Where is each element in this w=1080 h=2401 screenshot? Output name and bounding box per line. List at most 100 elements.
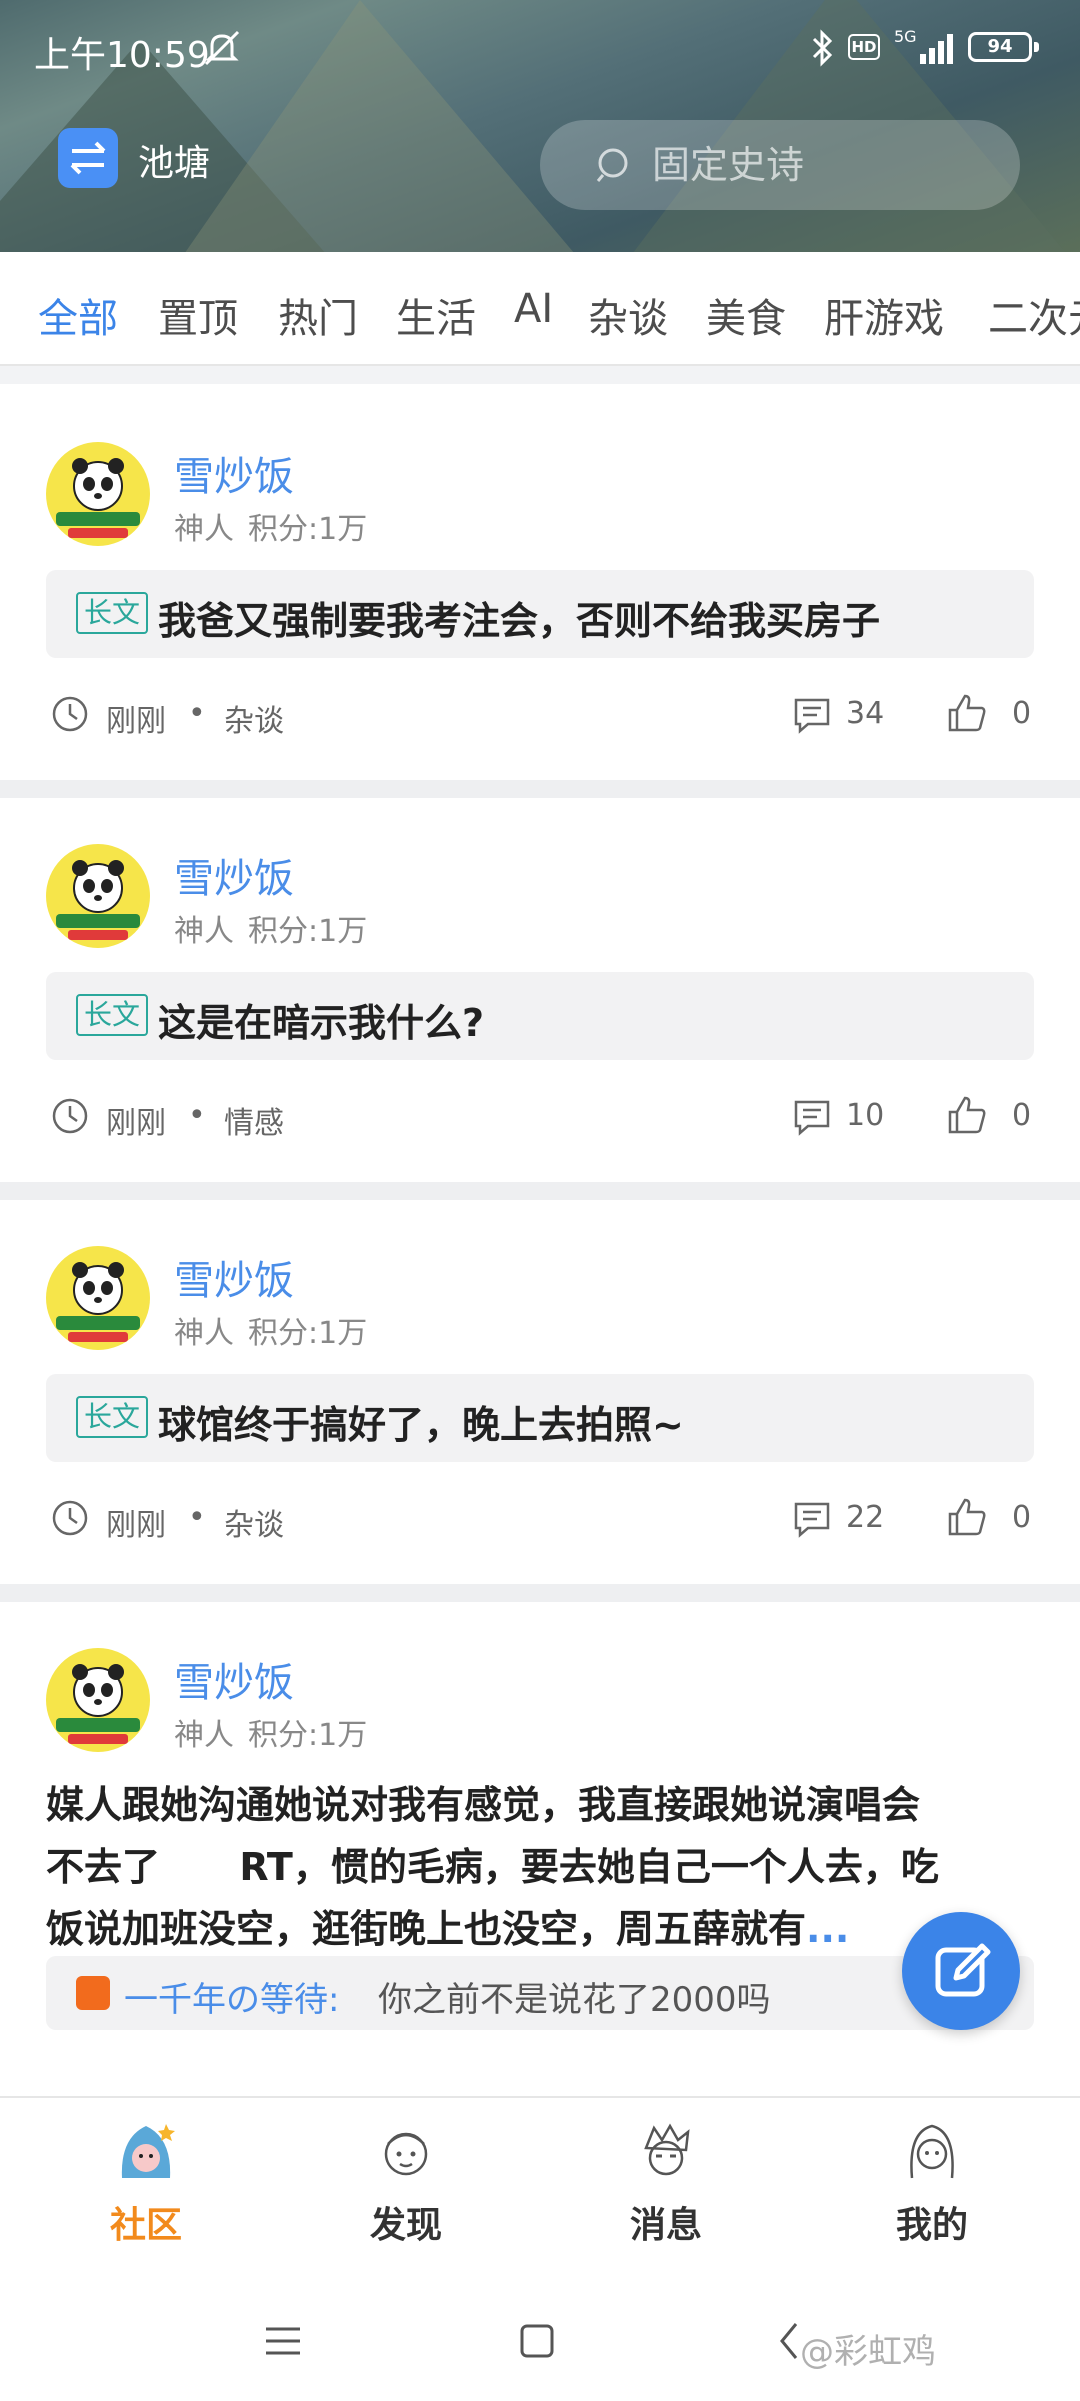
- reply-username[interactable]: 一千年の等待:: [124, 1972, 339, 2021]
- thumbs-up-icon[interactable]: [946, 1496, 988, 1538]
- tab-life[interactable]: 生活: [396, 286, 476, 344]
- comment-icon[interactable]: [792, 696, 832, 734]
- author-score: 积分:1万: [248, 1316, 368, 1351]
- switch-board-button[interactable]: [58, 128, 118, 188]
- tab-ai[interactable]: AI: [514, 286, 553, 332]
- thumbs-up-icon[interactable]: [946, 1094, 988, 1136]
- tab-food[interactable]: 美食: [706, 286, 786, 344]
- fire-icon: [76, 1976, 110, 2010]
- avatar[interactable]: [46, 1648, 150, 1752]
- author-rank: 神人: [174, 1718, 234, 1753]
- avatar[interactable]: [46, 442, 150, 546]
- nav-community[interactable]: 社区: [56, 2118, 236, 2268]
- bluetooth-icon: [812, 29, 833, 67]
- search-bar[interactable]: [540, 120, 1020, 210]
- post-title-box[interactable]: 长文 我爸又强制要我考注会，否则不给我买房子: [46, 570, 1034, 658]
- tab-hot[interactable]: 热门: [278, 286, 358, 344]
- search-input[interactable]: [652, 120, 992, 210]
- like-count: 0: [1012, 1500, 1032, 1535]
- board-name[interactable]: 池塘: [138, 134, 210, 186]
- avatar[interactable]: [46, 1246, 150, 1350]
- post-category[interactable]: 杂谈: [224, 1500, 284, 1544]
- discover-mascot-icon: [384, 2132, 428, 2176]
- post-category[interactable]: 情感: [224, 1098, 284, 1142]
- nav-label: 我的: [895, 2205, 968, 2246]
- thumbs-up-icon[interactable]: [946, 692, 988, 734]
- post-title[interactable]: 这是在暗示我什么?: [158, 992, 484, 1047]
- messages-mascot-icon: [644, 2123, 690, 2176]
- header-banner: 上午10:59 HD 5G 94 池塘: [0, 0, 1080, 252]
- nav-messages[interactable]: 消息: [576, 2118, 756, 2268]
- menu-icon[interactable]: [260, 2318, 306, 2364]
- status-time: 上午10:59: [34, 35, 210, 76]
- tab-acg[interactable]: 二次元: [988, 286, 1080, 344]
- signal-icon: 5G: [894, 27, 953, 64]
- post-title-box[interactable]: 长文 球馆终于搞好了，晚上去拍照~: [46, 1374, 1034, 1462]
- author-meta: 神人 积分:1万: [174, 1710, 367, 1754]
- comment-count: 10: [846, 1098, 885, 1133]
- post-body-text: 饭说加班没空，逛街晚上也没空，周五薛就有: [46, 1907, 807, 1951]
- separator-dot: •: [188, 1500, 206, 1535]
- profile-mascot-icon: [910, 2124, 954, 2179]
- tab-chat[interactable]: 杂谈: [588, 286, 668, 344]
- post-card[interactable]: 雪炒饭 神人 积分:1万 长文 球馆终于搞好了，晚上去拍照~ 刚刚 • 杂谈 22…: [0, 1200, 1080, 1584]
- post-category[interactable]: 杂谈: [224, 696, 284, 740]
- author-name[interactable]: 雪炒饭: [174, 1248, 294, 1306]
- long-post-tag: 长文: [76, 1396, 149, 1438]
- clock-icon: [52, 1500, 88, 1536]
- author-name[interactable]: 雪炒饭: [174, 1650, 294, 1708]
- swap-arrows-icon: [70, 141, 106, 175]
- hd-badge: HD: [848, 34, 880, 60]
- tab-all[interactable]: 全部: [38, 286, 118, 344]
- post-body[interactable]: 媒人跟她沟通她说对我有感觉，我直接跟她说演唱会 不去了 RT，惯的毛病，要去她自…: [46, 1774, 1026, 1960]
- author-name[interactable]: 雪炒饭: [174, 846, 294, 904]
- search-icon: [596, 148, 628, 182]
- reply-text: 你之前不是说花了2000吗: [378, 1980, 771, 2020]
- post-card[interactable]: 雪炒饭 神人 积分:1万 长文 这是在暗示我什么? 刚刚 • 情感 10 0: [0, 798, 1080, 1182]
- post-title[interactable]: 球馆终于搞好了，晚上去拍照~: [158, 1394, 684, 1449]
- nav-discover[interactable]: 发现: [316, 2118, 496, 2268]
- post-footer: 刚刚 • 杂谈 34 0: [46, 688, 1034, 740]
- like-count: 0: [1012, 1098, 1032, 1133]
- comment-icon[interactable]: [792, 1500, 832, 1538]
- author-rank: 神人: [174, 512, 234, 547]
- author-score: 积分:1万: [248, 512, 368, 547]
- separator-dot: •: [188, 1098, 206, 1133]
- post-separator: [0, 1182, 1080, 1200]
- author-score: 积分:1万: [248, 914, 368, 949]
- long-post-tag: 长文: [76, 592, 149, 634]
- author-rank: 神人: [174, 914, 234, 949]
- compose-post-button[interactable]: [902, 1912, 1020, 2030]
- post-separator: [0, 780, 1080, 798]
- panda-avatar-icon: [56, 1262, 140, 1342]
- panda-avatar-icon: [56, 458, 140, 538]
- edit-pencil-icon: [935, 1943, 991, 1997]
- post-title[interactable]: 我爸又强制要我考注会，否则不给我买房子: [158, 590, 880, 645]
- like-count: 0: [1012, 696, 1032, 731]
- post-body-line: 不去了 RT，惯的毛病，要去她自己一个人去，吃: [46, 1845, 939, 1889]
- avatar[interactable]: [46, 844, 150, 948]
- nav-label: 社区: [109, 2205, 182, 2246]
- top-reply[interactable]: 一千年の等待: 你之前不是说花了2000吗: [46, 1956, 1034, 2030]
- author-rank: 神人: [174, 1316, 234, 1351]
- clock-icon: [52, 696, 88, 732]
- nav-label: 发现: [369, 2205, 442, 2246]
- post-title-box[interactable]: 长文 这是在暗示我什么?: [46, 972, 1034, 1060]
- tabs-divider: [0, 364, 1080, 384]
- author-meta: 神人 积分:1万: [174, 906, 367, 950]
- post-separator: [0, 1584, 1080, 1602]
- post-card[interactable]: 雪炒饭 神人 积分:1万 长文 我爸又强制要我考注会，否则不给我买房子 刚刚 • …: [0, 396, 1080, 780]
- watermark: @彩虹鸡: [800, 2332, 936, 2372]
- post-body-line: 饭说加班没空，逛街晚上也没空，周五薛就有...: [46, 1898, 1026, 1960]
- read-more-ellipsis[interactable]: ...: [806, 1907, 849, 1951]
- tab-pinned[interactable]: 置顶: [158, 286, 238, 344]
- post-time: 刚刚: [106, 1508, 166, 1543]
- nav-profile[interactable]: 我的: [842, 2118, 1022, 2268]
- panda-avatar-icon: [56, 860, 140, 940]
- svg-text:5G: 5G: [894, 27, 917, 46]
- home-icon[interactable]: [514, 2318, 560, 2364]
- comment-icon[interactable]: [792, 1098, 832, 1136]
- author-name[interactable]: 雪炒饭: [174, 444, 294, 502]
- tab-gaming[interactable]: 肝游戏: [824, 286, 944, 344]
- status-bar: 上午10:59 HD 5G 94: [0, 0, 1080, 96]
